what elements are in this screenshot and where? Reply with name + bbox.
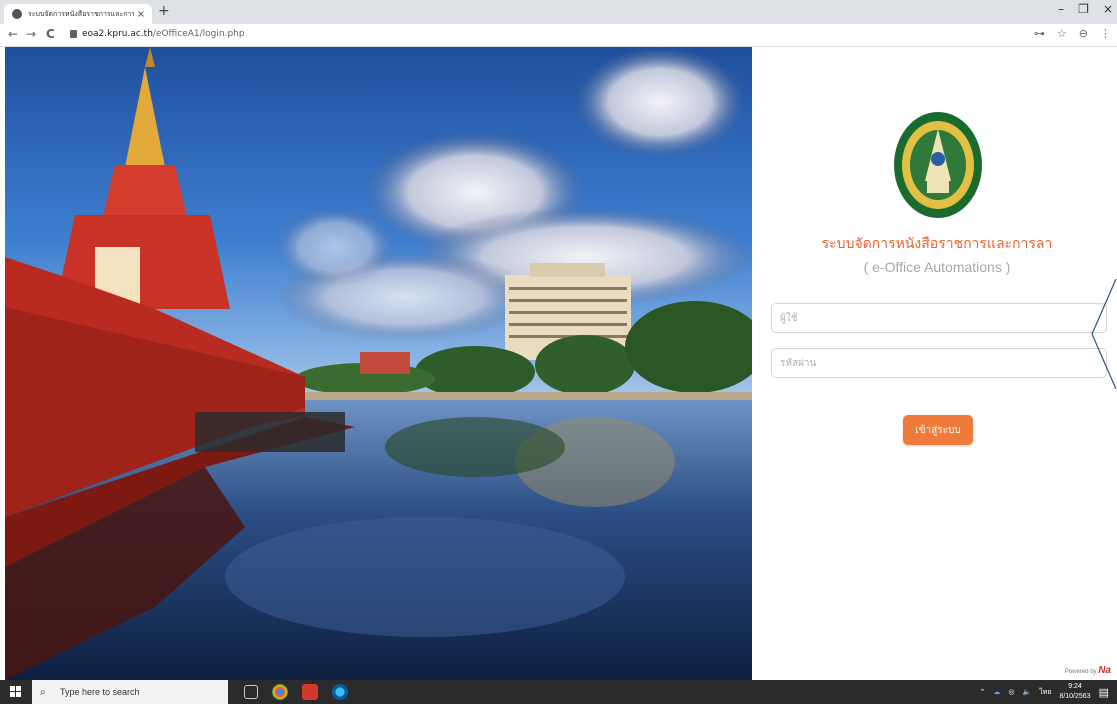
favicon-icon xyxy=(12,9,22,19)
close-window-button[interactable]: × xyxy=(1103,2,1113,16)
taskbar: ⌕ Type here to search ⌃ ☁ ◎ 🔈 ไทย 9:24 8/… xyxy=(0,680,1117,704)
browser-tab-strip: ระบบจัดการหนังสือราชการและการลา × + – ❐ … xyxy=(0,0,1117,24)
tray-overflow-icon[interactable]: ⌃ xyxy=(979,688,985,696)
powered-by-brand: Na xyxy=(1098,665,1111,676)
login-panel: ระบบจัดการหนังสือราชการและการลา ( e-Offi… xyxy=(752,47,1117,680)
campus-photo-illustration xyxy=(5,47,752,680)
maximize-button[interactable]: ❐ xyxy=(1078,2,1089,16)
bookmark-star-icon[interactable]: ☆ xyxy=(1057,27,1067,40)
onedrive-icon[interactable]: ☁ xyxy=(993,688,1000,696)
volume-icon[interactable]: 🔈 xyxy=(1022,688,1031,696)
clock[interactable]: 9:24 8/10/2563 xyxy=(1059,682,1090,702)
tab-title: ระบบจัดการหนังสือราชการและการลา xyxy=(28,9,134,18)
collapse-arrow-icon[interactable] xyxy=(1090,279,1117,389)
url-path: /eOfficeA1/login.php xyxy=(152,29,245,39)
username-input[interactable] xyxy=(771,303,1107,333)
network-icon[interactable]: ◎ xyxy=(1008,688,1014,696)
url-field[interactable]: eoa2.kpru.ac.th/eOfficeA1/login.php xyxy=(82,29,245,39)
profile-icon[interactable]: ⊖ xyxy=(1079,27,1088,40)
pdf-reader-icon[interactable] xyxy=(302,684,318,700)
system-title: ระบบจัดการหนังสือราชการและการลา xyxy=(821,236,1053,252)
taskbar-apps xyxy=(244,684,348,700)
university-seal-logo xyxy=(894,112,982,218)
minimize-button[interactable]: – xyxy=(1058,2,1064,16)
clock-time: 9:24 xyxy=(1068,683,1082,690)
window-controls: – ❐ × xyxy=(1058,2,1113,16)
forward-button[interactable]: → xyxy=(26,27,36,41)
tab-close-icon[interactable]: × xyxy=(134,9,148,20)
password-input[interactable] xyxy=(771,348,1107,378)
reload-button[interactable]: C xyxy=(46,27,55,41)
login-button[interactable]: เข้าสู่ระบบ xyxy=(903,415,973,445)
new-tab-button[interactable]: + xyxy=(158,3,170,19)
system-subtitle: ( e-Office Automations ) xyxy=(863,259,1011,275)
language-indicator[interactable]: ไทย xyxy=(1039,687,1051,698)
key-icon[interactable]: ⊶ xyxy=(1034,27,1045,40)
task-view-icon[interactable] xyxy=(244,685,258,699)
powered-by: Powered by Na xyxy=(1065,665,1111,676)
address-bar: ← → C eoa2.kpru.ac.th/eOfficeA1/login.ph… xyxy=(0,24,1117,47)
browser-tab[interactable]: ระบบจัดการหนังสือราชการและการลา × xyxy=(4,4,152,24)
notifications-icon[interactable]: ▤ xyxy=(1099,686,1109,699)
taskbar-search-placeholder: Type here to search xyxy=(60,687,140,697)
chrome-icon[interactable] xyxy=(272,684,288,700)
search-icon: ⌕ xyxy=(40,686,46,698)
lock-icon[interactable] xyxy=(70,30,77,38)
clock-date: 8/10/2563 xyxy=(1059,693,1091,700)
system-tray: ⌃ ☁ ◎ 🔈 ไทย 9:24 8/10/2563 ▤ xyxy=(979,682,1109,702)
windows-start-icon[interactable] xyxy=(10,686,22,698)
address-bar-actions: ⊶ ☆ ⊖ ⋮ xyxy=(1034,27,1111,40)
powered-by-label: Powered by xyxy=(1064,669,1097,675)
campus-photo xyxy=(5,47,752,680)
taskbar-search[interactable]: ⌕ Type here to search xyxy=(32,680,228,704)
url-domain: eoa2.kpru.ac.th xyxy=(82,29,153,39)
edge-icon[interactable] xyxy=(332,684,348,700)
browser-menu-icon[interactable]: ⋮ xyxy=(1100,27,1111,40)
back-button[interactable]: ← xyxy=(8,27,18,41)
